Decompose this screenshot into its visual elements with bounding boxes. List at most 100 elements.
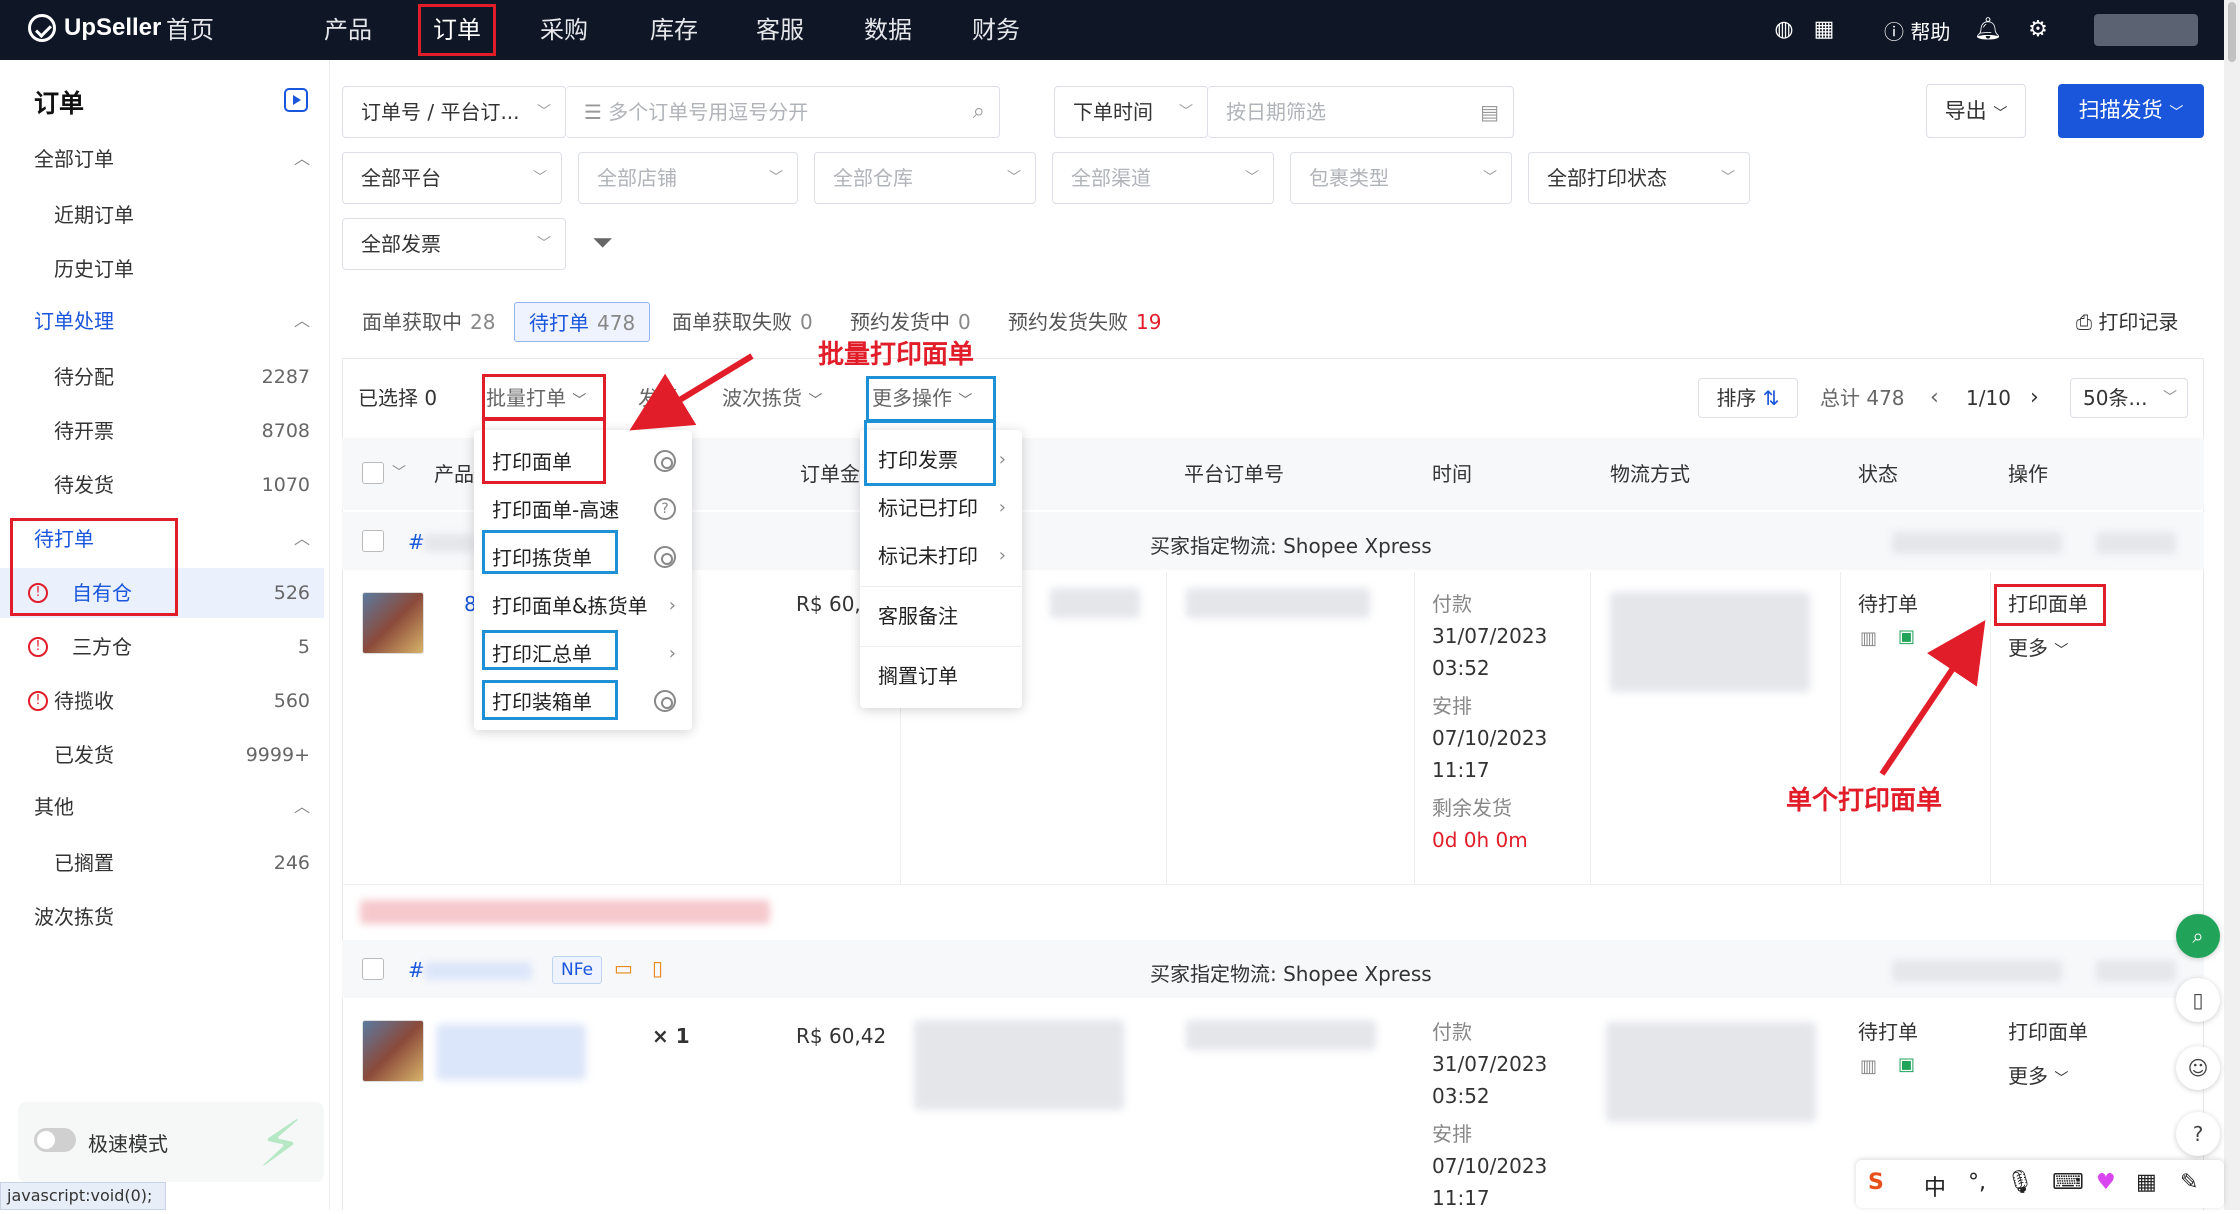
quantity: × 1	[652, 1024, 690, 1048]
package-type-select[interactable]: 包裹类型 ﹀	[1290, 152, 1512, 204]
more-link[interactable]: 更多 ﹀	[2008, 632, 2068, 667]
chevron-right-icon: ›	[668, 643, 676, 664]
sidebar-item-to-assign[interactable]: 待分配 2287	[0, 352, 324, 402]
sidebar-group-other[interactable]: 其他 ︿	[0, 782, 324, 832]
row-checkbox[interactable]	[362, 530, 384, 552]
arrange-time: 11:17	[1432, 758, 1490, 782]
print-label-link[interactable]: 打印面单	[2008, 1016, 2088, 1048]
more-link[interactable]: 更多 ﹀	[2008, 1060, 2068, 1095]
keyboard-icon[interactable]: ⌨	[2052, 1170, 2084, 1195]
ime-lang-toggle[interactable]: 中	[1924, 1170, 1946, 1202]
help-button[interactable]: ⓘ 帮助	[1884, 16, 1950, 45]
invoice-icon[interactable]: ▯	[652, 956, 663, 980]
sidebar-item-to-invoice[interactable]: 待开票 8708	[0, 406, 324, 456]
prev-page-icon[interactable]: ‹	[1930, 378, 1939, 418]
sidebar-item-wave-picking[interactable]: 波次拣货	[0, 892, 324, 942]
order-number-link[interactable]: #	[408, 530, 425, 554]
export-button[interactable]: 导出 ﹀	[1926, 84, 2026, 138]
gear-icon[interactable]: ⚙	[2024, 16, 2052, 44]
product-thumbnail[interactable]	[362, 592, 424, 654]
scan-ship-button[interactable]: 扫描发货 ﹀	[2058, 84, 2204, 138]
sidebar-item-pending-pickup[interactable]: ! 待揽收 560	[0, 676, 324, 726]
sidebar-item-shipped[interactable]: 已发货 9999+	[0, 730, 324, 780]
chevron-down-icon: ﹀	[2054, 1071, 2069, 1087]
sidebar-item-recent[interactable]: 近期订单	[0, 190, 324, 240]
wave-pick-button[interactable]: 波次拣货 ﹀	[722, 378, 822, 421]
ship-button[interactable]: 发货	[638, 378, 678, 418]
filter-funnel-icon[interactable]: ⏷	[592, 228, 613, 259]
invoice-select[interactable]: 全部发票 ﹀	[342, 218, 566, 270]
store-select[interactable]: 全部店铺 ﹀	[578, 152, 798, 204]
menu-mark-unprinted[interactable]: 标记未打印 ›	[860, 532, 1022, 580]
sort-button[interactable]: 排序 ⇅	[1698, 378, 1798, 418]
menu-print-label-fast[interactable]: 打印面单-高速?	[474, 486, 692, 534]
gear-icon[interactable]	[654, 690, 676, 712]
print-status-select[interactable]: 全部打印状态 ﹀	[1528, 152, 1750, 204]
menu-service-note[interactable]: 客服备注	[860, 592, 1022, 640]
mobile-icon[interactable]: ▯	[2176, 978, 2220, 1022]
sidebar-item-on-hold[interactable]: 已搁置 246	[0, 838, 324, 888]
order-number-link[interactable]: #	[408, 958, 425, 982]
tools-icon[interactable]: ✎	[2180, 1170, 2198, 1195]
sidebar-group-all-orders[interactable]: 全部订单 ︿	[0, 134, 324, 184]
tab-scheduled-failed[interactable]: 预约发货失败 19	[1008, 302, 1161, 342]
chevron-down-icon[interactable]: ﹀	[392, 462, 406, 482]
sidebar-group-processing[interactable]: 订单处理 ︿	[0, 296, 324, 346]
select-all-checkbox[interactable]	[362, 462, 384, 484]
search-float-icon[interactable]: ⌕	[2176, 914, 2220, 958]
chat-icon[interactable]: ▭	[614, 956, 633, 980]
scrollbar[interactable]	[2224, 0, 2240, 1210]
apps-grid-icon[interactable]: ▦	[2136, 1170, 2157, 1195]
warehouse-select[interactable]: 全部仓库 ﹀	[814, 152, 1036, 204]
globe-icon[interactable]: ◍	[1770, 16, 1798, 44]
punctuation-icon[interactable]: °,	[1968, 1170, 1986, 1195]
redacted-info	[1892, 960, 2062, 982]
gear-icon[interactable]	[654, 546, 676, 568]
apps-grid-icon[interactable]: ▦	[1810, 16, 1838, 44]
ime-logo-icon[interactable]: S	[1868, 1170, 1884, 1195]
time-type-select[interactable]: 下单时间 ﹀	[1054, 86, 1208, 138]
nav-products[interactable]: 产品	[300, 0, 396, 60]
scrollbar-thumb[interactable]	[2228, 2, 2236, 62]
nav-service[interactable]: 客服	[730, 0, 830, 60]
gear-icon[interactable]	[654, 450, 676, 472]
nav-orders[interactable]: 订单	[418, 4, 496, 56]
sidebar-item-third-party[interactable]: ! 三方仓 5	[0, 622, 324, 672]
chat-support-icon[interactable]: ☺	[2176, 1046, 2220, 1090]
tab-label-fetching[interactable]: 面单获取中 28	[362, 302, 495, 342]
menu-print-label-and-picking[interactable]: 打印面单&拣货单 ›	[474, 582, 692, 630]
order-type-select[interactable]: 订单号 / 平台订... ﹀	[342, 86, 566, 138]
arrange-label: 安排	[1432, 694, 1472, 718]
next-page-icon[interactable]: ›	[2030, 378, 2039, 418]
nav-home[interactable]: 首页	[140, 0, 240, 60]
menu-hold-order[interactable]: 搁置订单	[860, 652, 1022, 700]
tab-label-failed[interactable]: 面单获取失败 0	[672, 302, 813, 342]
help-icon: ?	[654, 498, 676, 520]
sort-icon: ⇅	[1762, 386, 1780, 410]
page-size-select[interactable]: 50条... ﹀	[2070, 378, 2188, 418]
menu-mark-printed[interactable]: 标记已打印 ›	[860, 484, 1022, 532]
search-icon[interactable]: ⌕	[973, 87, 985, 137]
tab-to-print[interactable]: 待打单 478	[514, 302, 651, 342]
chevron-down-icon: ﹀	[537, 236, 551, 252]
bell-icon[interactable]: 🔔︎	[1974, 16, 2002, 44]
nav-purchase[interactable]: 采购	[514, 0, 614, 60]
speed-mode-toggle[interactable]	[34, 1128, 76, 1152]
sidebar-item-history[interactable]: 历史订单	[0, 244, 324, 294]
channel-select[interactable]: 全部渠道 ﹀	[1052, 152, 1274, 204]
nav-finance[interactable]: 财务	[946, 0, 1046, 60]
date-filter-input[interactable]: 按日期筛选 ▤	[1208, 86, 1514, 138]
nav-inventory[interactable]: 库存	[624, 0, 724, 60]
user-avatar[interactable]	[2094, 14, 2198, 46]
platform-select[interactable]: 全部平台 ﹀	[342, 152, 562, 204]
microphone-icon[interactable]: 🎙︎	[2006, 1170, 2034, 1195]
nav-data[interactable]: 数据	[838, 0, 938, 60]
sidebar-item-to-ship[interactable]: 待发货 1070	[0, 460, 324, 510]
print-log-link[interactable]: ⎙ 打印记录	[2076, 302, 2178, 342]
order-search-input[interactable]: ☰ 多个订单号用逗号分开 ⌕	[566, 86, 1000, 138]
skin-icon[interactable]: ♥	[2096, 1170, 2116, 1195]
product-thumbnail[interactable]	[362, 1020, 424, 1082]
help-circle-icon[interactable]: ?	[2176, 1112, 2220, 1156]
row-checkbox[interactable]	[362, 958, 384, 980]
collapse-sidebar-icon[interactable]	[284, 88, 308, 112]
